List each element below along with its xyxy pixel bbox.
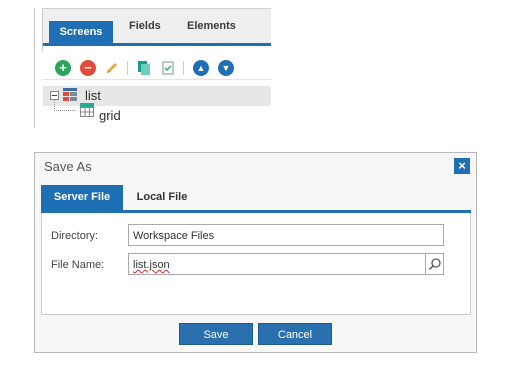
cancel-button[interactable]: Cancel bbox=[258, 323, 332, 345]
filename-value: list.json bbox=[133, 259, 170, 271]
toolbar-separator bbox=[183, 61, 184, 75]
directory-field[interactable]: Workspace Files bbox=[128, 224, 444, 246]
remove-icon[interactable]: − bbox=[80, 60, 96, 76]
copy-icon[interactable] bbox=[136, 60, 152, 76]
screens-tabbar: Screens Fields Elements bbox=[43, 8, 271, 46]
tab-fields[interactable]: Fields bbox=[129, 20, 161, 32]
tab-accent-bar bbox=[43, 43, 271, 46]
tree-connector bbox=[54, 100, 76, 111]
screens-panel: Screens Fields Elements + − ▲ ▼ list gri… bbox=[34, 8, 271, 128]
filename-field[interactable]: list.json bbox=[128, 253, 426, 275]
directory-label: Directory: bbox=[51, 230, 99, 242]
dialog-title: Save As bbox=[44, 159, 92, 174]
grid-icon bbox=[80, 103, 94, 117]
collapse-icon[interactable] bbox=[50, 91, 59, 100]
move-up-icon[interactable]: ▲ bbox=[193, 60, 209, 76]
tab-elements[interactable]: Elements bbox=[187, 20, 236, 32]
paste-icon[interactable] bbox=[160, 60, 176, 76]
browse-button[interactable] bbox=[426, 253, 444, 275]
tab-server-file[interactable]: Server File bbox=[41, 185, 123, 210]
filename-label: File Name: bbox=[51, 259, 105, 271]
save-button[interactable]: Save bbox=[179, 323, 253, 345]
search-icon bbox=[428, 258, 441, 271]
move-down-icon[interactable]: ▼ bbox=[218, 60, 234, 76]
add-icon[interactable]: + bbox=[55, 60, 71, 76]
panel-left-border bbox=[34, 8, 35, 128]
tree-item-list[interactable]: list bbox=[85, 88, 101, 103]
tab-local-file[interactable]: Local File bbox=[127, 185, 197, 210]
toolbar-separator bbox=[127, 61, 128, 75]
tree-item-grid[interactable]: grid bbox=[99, 108, 121, 123]
dialog-body: Directory: Workspace Files File Name: li… bbox=[41, 213, 471, 315]
tab-screens[interactable]: Screens bbox=[49, 21, 113, 43]
close-icon[interactable]: × bbox=[454, 158, 470, 174]
edit-icon[interactable] bbox=[104, 60, 120, 76]
screens-toolbar: + − ▲ ▼ bbox=[43, 51, 271, 80]
save-as-dialog: Save As × Server File Local File Directo… bbox=[34, 152, 477, 353]
